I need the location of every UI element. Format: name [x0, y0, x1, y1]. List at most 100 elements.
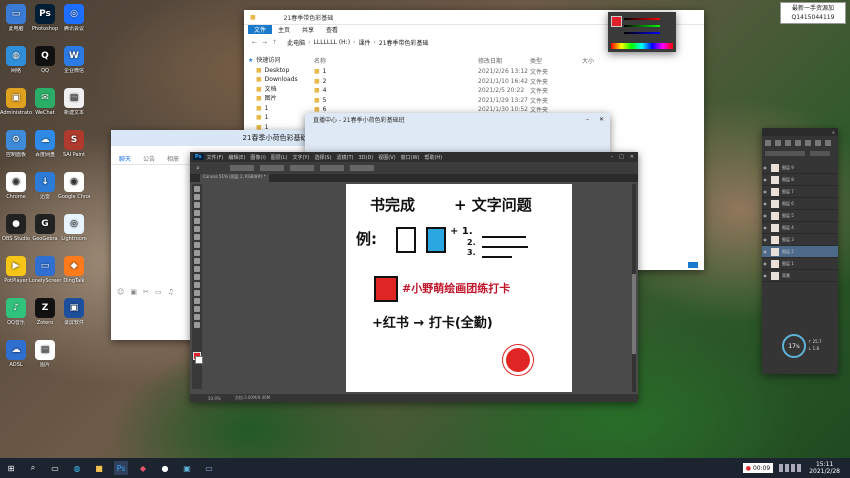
task-view-icon[interactable]: ▭: [48, 461, 62, 475]
close-icon[interactable]: ✕: [832, 130, 835, 135]
lasso-tool-icon[interactable]: [194, 202, 200, 208]
tab-album[interactable]: 相册: [167, 154, 179, 163]
breadcrumb-1[interactable]: LLLLLLL (H:): [314, 39, 351, 46]
breadcrumb-3[interactable]: 21春季带色彩基础: [379, 38, 429, 47]
music-icon[interactable]: ♫: [167, 288, 173, 298]
desktop-icon[interactable]: G GeoGebra: [29, 214, 61, 242]
desktop-icon[interactable]: ▭ LonelyScreen: [29, 256, 61, 284]
desktop-icon[interactable]: ▣ Administrator: [0, 88, 32, 116]
file-row[interactable]: ■ 2 2021/1/10 16:42 文件夹: [314, 77, 674, 87]
ps-menu-item[interactable]: 图像(I): [250, 155, 265, 161]
desktop-icon[interactable]: Q QQ: [29, 46, 61, 74]
ps-menu-item[interactable]: 图层(L): [271, 155, 288, 161]
ps-option-buttons[interactable]: [230, 165, 380, 171]
shape-tool-icon[interactable]: [194, 306, 200, 312]
layer-row[interactable]: ◉ 图层 6: [762, 198, 838, 210]
forward-icon[interactable]: →: [262, 39, 267, 46]
eye-icon[interactable]: ◉: [762, 213, 768, 218]
eye-icon[interactable]: ◉: [762, 249, 768, 254]
layer-filter-bar[interactable]: [765, 140, 831, 146]
scroll-thumb[interactable]: [632, 274, 636, 354]
eye-icon[interactable]: ◉: [762, 177, 768, 182]
color-slider-r[interactable]: [624, 18, 660, 20]
eye-icon[interactable]: ◉: [762, 165, 768, 170]
desktop-icon[interactable]: ↓ 迅雷: [29, 172, 61, 200]
layer-row[interactable]: ◉ 图层 5: [762, 210, 838, 222]
layer-row[interactable]: ◉ 图层 7: [762, 186, 838, 198]
nav-pane-item[interactable]: ■ 1: [248, 104, 308, 114]
col-date[interactable]: 修改日期: [478, 56, 530, 65]
foreground-swatch[interactable]: [611, 16, 622, 27]
zoom-tool-icon[interactable]: ⌕: [196, 164, 200, 173]
move-tool-icon[interactable]: [194, 186, 200, 192]
brush-tool-icon[interactable]: [194, 226, 200, 232]
desktop-icon[interactable]: Ps Photoshop: [29, 4, 61, 32]
file-row[interactable]: ■ 1 2021/2/26 13:12 文件夹: [314, 67, 674, 77]
clock[interactable]: 15:11 2021/2/28: [809, 461, 840, 475]
desktop-icon[interactable]: ◉ Google Chrome: [58, 172, 90, 200]
ps-menu-item[interactable]: 帮助(H): [424, 155, 442, 161]
emoji-icon[interactable]: ☺: [117, 288, 124, 298]
layer-row[interactable]: ◉ 图层 2: [762, 246, 838, 258]
desktop-icon[interactable]: ▭ 此电脑: [0, 4, 32, 32]
desktop-icon[interactable]: ● OBS Studio: [0, 214, 32, 242]
ps-menu-item[interactable]: 文件(F): [207, 155, 224, 161]
minimize-icon[interactable]: –: [586, 116, 589, 123]
desktop-icon[interactable]: ☁ 百度网盘: [29, 130, 61, 158]
desktop-icon[interactable]: S SAI Paint: [58, 130, 90, 158]
chat-task-icon[interactable]: ▣: [180, 461, 194, 475]
ps-menu-item[interactable]: 3D(D): [359, 155, 374, 161]
nav-pane-item[interactable]: ■ Downloads: [248, 75, 308, 85]
tab-home[interactable]: 主页: [272, 25, 296, 34]
close-icon[interactable]: ✕: [630, 154, 634, 160]
stamp-tool-icon[interactable]: [194, 234, 200, 240]
ps-canvas[interactable]: 书完成 + 文字问题 例: + 1. 2. 3. #小野萌绘画团练打卡 +红书 …: [346, 184, 572, 392]
close-icon[interactable]: ✕: [599, 116, 604, 123]
ps-vertical-scrollbar[interactable]: [632, 184, 636, 392]
gif-icon[interactable]: ▣: [130, 288, 137, 298]
layer-row[interactable]: ◉ 图层 8: [762, 174, 838, 186]
desktop-icon[interactable]: ◎ Lightroom: [58, 214, 90, 242]
eye-icon[interactable]: ◉: [762, 261, 768, 266]
up-icon[interactable]: ↑: [272, 39, 277, 46]
layer-row[interactable]: ◉ 背景: [762, 270, 838, 282]
maximize-icon[interactable]: □: [619, 154, 624, 160]
view-toggle[interactable]: [688, 262, 698, 268]
nav-pane-item[interactable]: ■ 文档: [248, 85, 308, 95]
gradient-tool-icon[interactable]: [194, 258, 200, 264]
ps-menu-item[interactable]: 滤镜(T): [337, 155, 354, 161]
nav-pane-item[interactable]: ■ 图片: [248, 94, 308, 104]
eye-icon[interactable]: ◉: [762, 201, 768, 206]
desktop-icon[interactable]: W 企业微信: [58, 46, 90, 74]
photoshop-task-icon[interactable]: Ps: [114, 461, 128, 475]
desktop-icon[interactable]: ♪ QQ音乐: [0, 298, 32, 326]
layer-row[interactable]: ◉ 图层 4: [762, 222, 838, 234]
layer-row[interactable]: ◉ 图层 3: [762, 234, 838, 246]
tray-icons[interactable]: [779, 464, 804, 472]
desktop-icon[interactable]: ⚙ 控制面板: [0, 130, 32, 158]
layer-row[interactable]: ◉ 图层 1: [762, 258, 838, 270]
eraser-tool-icon[interactable]: [194, 250, 200, 256]
color-picker-panel[interactable]: [608, 12, 676, 52]
desktop-icon[interactable]: ▣ 录屏软件: [58, 298, 90, 326]
breadcrumb-2[interactable]: 课件: [358, 38, 370, 47]
zoom-tool-icon[interactable]: [194, 322, 200, 328]
file-row[interactable]: ■ 4 2021/2/5 20:22 文件夹: [314, 86, 674, 96]
ps-menu-item[interactable]: 选择(S): [314, 155, 331, 161]
blend-mode-select[interactable]: [765, 151, 805, 156]
background-color-swatch[interactable]: [195, 356, 203, 364]
color-slider-g[interactable]: [624, 25, 660, 27]
recording-indicator[interactable]: ● 00:09: [742, 463, 774, 473]
nav-pane-item[interactable]: ★ 快速访问: [248, 56, 308, 66]
desktop-icon[interactable]: ◎ 腾讯会议: [58, 4, 90, 32]
ps-menu-item[interactable]: 文字(Y): [292, 155, 309, 161]
file-explorer-icon[interactable]: ■: [92, 461, 106, 475]
col-name[interactable]: 名称: [314, 56, 478, 65]
eyedropper-tool-icon[interactable]: [194, 218, 200, 224]
tab-chat[interactable]: 聊天: [119, 154, 131, 163]
folder-icon[interactable]: ▭: [155, 288, 162, 298]
desktop-icon[interactable]: ◍ 网络: [0, 46, 32, 74]
type-tool-icon[interactable]: [194, 290, 200, 296]
desktop-icon[interactable]: ☁ ADSL: [0, 340, 32, 368]
obs-task-icon[interactable]: ●: [158, 461, 172, 475]
